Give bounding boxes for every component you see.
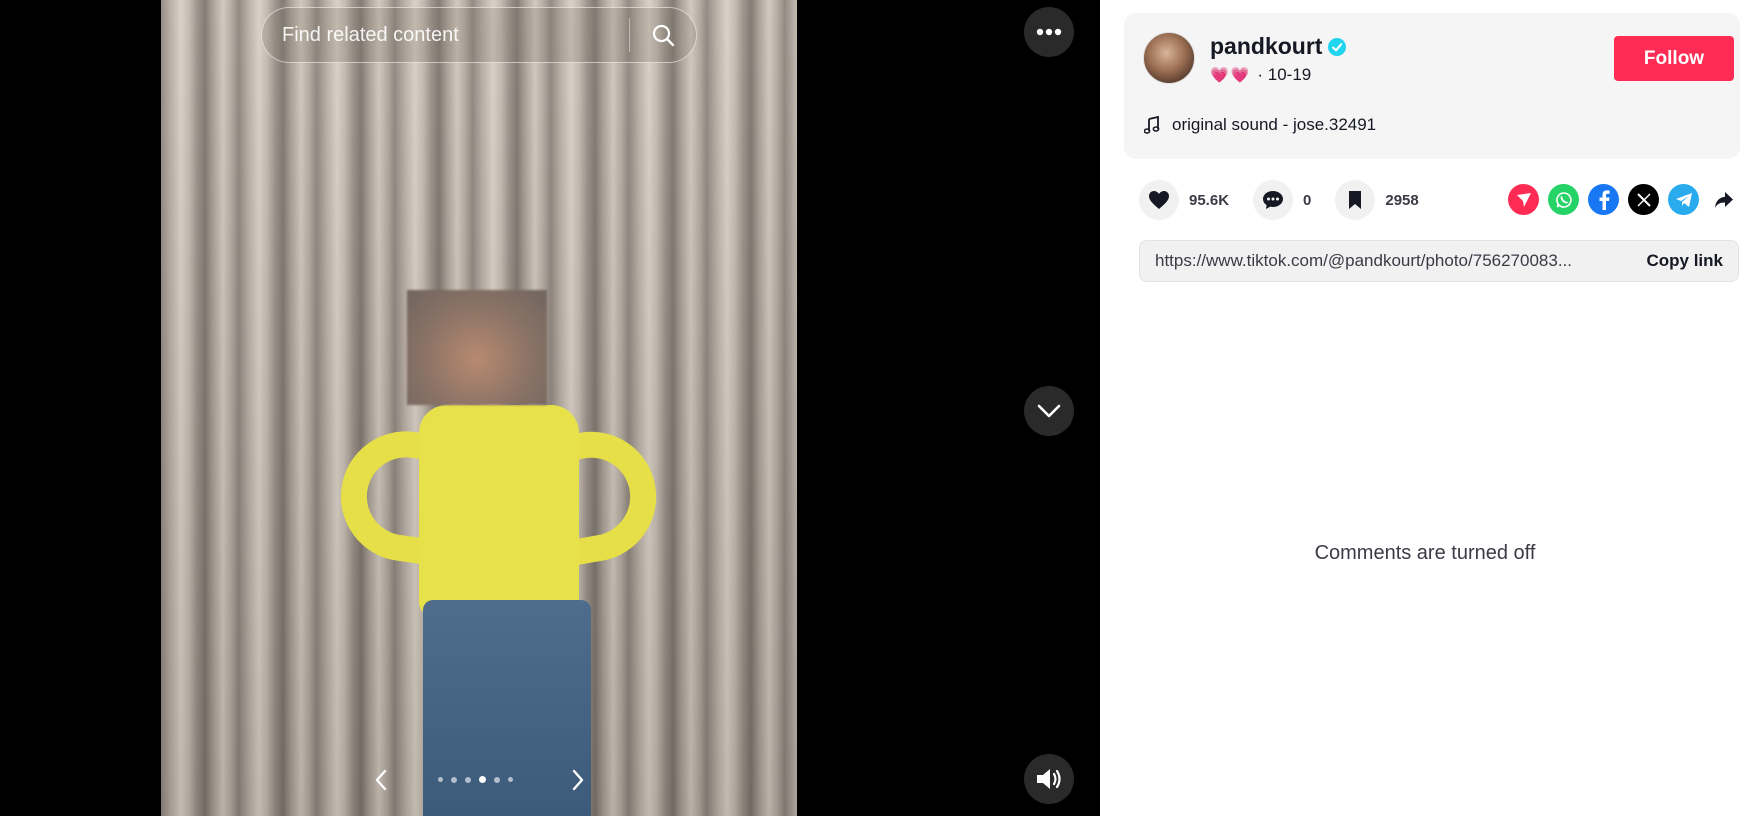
carousel-next-button[interactable] (563, 765, 593, 795)
save-count: 2958 (1385, 191, 1419, 209)
comment-circle (1253, 180, 1294, 220)
chevron-right-icon (572, 769, 584, 791)
search-input[interactable] (262, 8, 629, 62)
author-info-card: pandkourt 💗💗 · 10-19 Follow original sou… (1124, 13, 1740, 159)
save-circle (1335, 180, 1376, 220)
post-url[interactable]: https://www.tiktok.com/@pandkourt/photo/… (1140, 251, 1624, 271)
repost-icon (1516, 192, 1531, 207)
facebook-icon (1599, 189, 1610, 210)
share-telegram-button[interactable] (1668, 184, 1699, 215)
search-bar (261, 7, 697, 63)
whatsapp-icon (1555, 191, 1572, 208)
search-icon (652, 24, 675, 47)
like-circle (1139, 180, 1179, 220)
photo-subject-body (419, 405, 579, 615)
post-meta: 💗💗 · 10-19 (1210, 65, 1311, 85)
carousel-dot[interactable] (465, 776, 471, 783)
music-title[interactable]: original sound - jose.32491 (1172, 115, 1376, 135)
heart-icon (1149, 191, 1169, 209)
search-button[interactable] (630, 8, 696, 62)
carousel-dot[interactable] (438, 777, 443, 782)
media-viewer (0, 0, 1100, 816)
share-x-button[interactable] (1628, 184, 1659, 215)
comment-button[interactable]: 0 (1253, 180, 1311, 220)
username[interactable]: pandkourt (1210, 33, 1322, 60)
app-root: pandkourt 💗💗 · 10-19 Follow original s (0, 0, 1750, 816)
like-button[interactable]: 95.6K (1139, 180, 1229, 220)
verified-badge-icon (1328, 37, 1347, 56)
music-row[interactable]: original sound - jose.32491 (1144, 115, 1376, 135)
post-date: · 10-19 (1257, 65, 1312, 84)
more-dots-icon (1036, 28, 1062, 36)
chevron-down-icon (1037, 404, 1061, 418)
post-photo[interactable] (161, 0, 797, 816)
share-facebook-button[interactable] (1588, 184, 1619, 215)
carousel-indicator (438, 776, 513, 783)
save-button[interactable]: 2958 (1335, 180, 1419, 220)
action-bar: 95.6K 0 2958 (1139, 180, 1443, 220)
carousel-dot[interactable] (508, 777, 513, 782)
repost-button[interactable] (1508, 184, 1539, 215)
more-options-button[interactable] (1024, 7, 1074, 57)
details-panel: pandkourt 💗💗 · 10-19 Follow original sou… (1100, 0, 1750, 816)
post-link-box: https://www.tiktok.com/@pandkourt/photo/… (1139, 240, 1739, 282)
carousel-prev-button[interactable] (366, 765, 396, 795)
carousel-dot[interactable] (451, 776, 457, 783)
volume-icon (1037, 769, 1061, 789)
blurred-face (407, 290, 547, 405)
carousel-dot[interactable] (494, 776, 500, 783)
x-icon (1636, 192, 1651, 207)
comment-icon (1263, 191, 1284, 209)
comment-count: 0 (1303, 191, 1312, 209)
carousel-dot-active[interactable] (479, 776, 486, 783)
share-arrow-icon (1714, 191, 1733, 208)
username-row: pandkourt (1210, 33, 1347, 60)
bookmark-icon (1349, 191, 1362, 209)
share-bar (1508, 184, 1739, 215)
telegram-icon (1675, 192, 1692, 207)
like-count: 95.6K (1189, 191, 1230, 209)
follow-button[interactable]: Follow (1614, 36, 1734, 81)
next-post-button[interactable] (1024, 386, 1074, 436)
sound-toggle-button[interactable] (1024, 754, 1074, 804)
comments-status: Comments are turned off (1314, 542, 1536, 564)
hearts-emoji: 💗💗 (1210, 67, 1252, 84)
chevron-left-icon (375, 769, 387, 791)
avatar[interactable] (1143, 32, 1195, 84)
more-share-button[interactable] (1708, 184, 1739, 215)
music-note-icon (1144, 116, 1160, 134)
share-whatsapp-button[interactable] (1548, 184, 1579, 215)
copy-link-button[interactable]: Copy link (1624, 251, 1738, 271)
